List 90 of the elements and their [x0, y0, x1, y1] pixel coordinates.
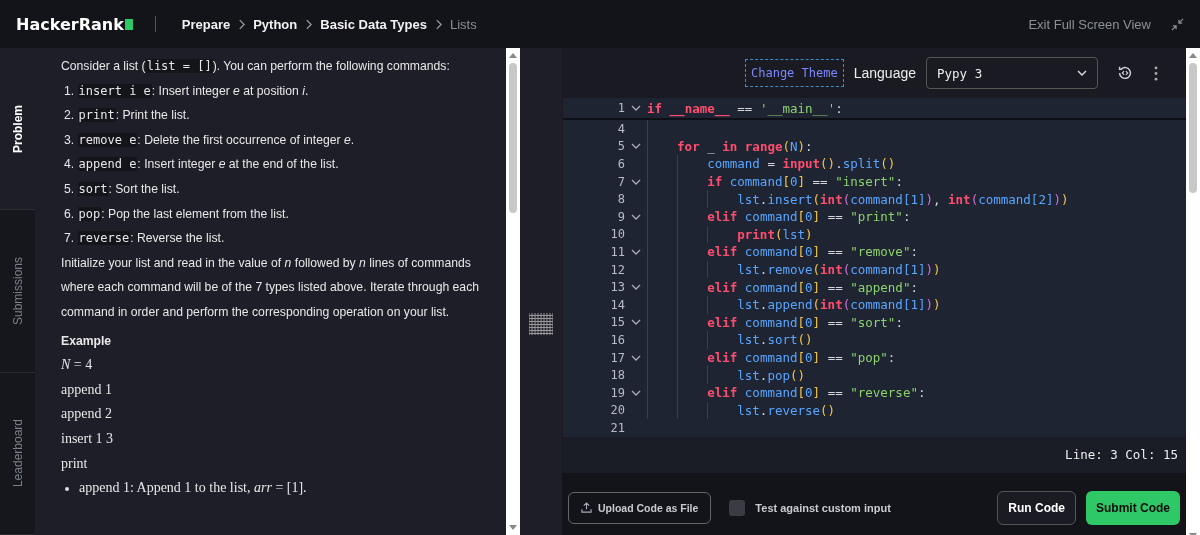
code-line: lst.append(int(command[1])) — [737, 297, 941, 313]
line-number: 10 — [609, 227, 625, 242]
example-line: N = 4 — [61, 356, 94, 375]
fold-chevron-icon[interactable] — [631, 178, 641, 185]
chevron-down-icon[interactable] — [1077, 70, 1087, 76]
command-item: 5. sort: Sort the list. — [63, 180, 181, 198]
command-item: 2. print: Print the list. — [63, 107, 191, 125]
line-number: 4 — [616, 121, 625, 136]
change-theme-button[interactable]: Change Theme — [745, 59, 844, 87]
fold-chevron-icon[interactable] — [631, 213, 641, 220]
code-line: lst.insert(int(command[1]), int(command[2])) — [737, 191, 1069, 207]
line-number: 11 — [609, 244, 625, 259]
intro-text: Consider a list (list = []). You can perform the following commands: — [61, 58, 451, 75]
example-line: print — [61, 454, 89, 473]
side-tab[interactable]: Leaderboard — [0, 372, 35, 535]
fold-chevron-icon[interactable] — [631, 105, 641, 111]
line-number: 21 — [609, 420, 625, 435]
code-line: lst.sort() — [737, 332, 813, 348]
chevron-right-icon — [305, 18, 313, 30]
fold-chevron-icon[interactable] — [631, 284, 641, 291]
scrollbar[interactable] — [506, 48, 520, 535]
more-menu-icon[interactable] — [1154, 65, 1158, 81]
command-item: 4. append e: Insert integer e at the end of the list. — [63, 156, 340, 174]
upload-code-button[interactable]: Upload Code as File — [568, 491, 712, 524]
breadcrumb-link[interactable]: Prepare — [181, 16, 231, 32]
line-number: 15 — [609, 315, 625, 330]
fold-chevron-icon[interactable] — [631, 319, 641, 326]
code-line: elif command[0] == "pop": — [707, 350, 896, 365]
example-line: insert 1 3 — [61, 429, 115, 448]
line-number: 19 — [609, 385, 625, 400]
breadcrumb-link[interactable]: Basic Data Types — [320, 16, 427, 32]
history-icon[interactable] — [1116, 64, 1134, 82]
side-tab[interactable]: Submissions — [0, 210, 35, 373]
code-line: elif command[0] == "remove": — [707, 244, 918, 260]
code-line: for _ in range(N): — [677, 138, 813, 154]
fold-chevron-icon[interactable] — [631, 143, 641, 150]
chevron-right-icon — [238, 18, 246, 30]
example-bullet: append 1: Append 1 to the list, arr = [1]. — [61, 476, 498, 501]
command-item: 3. remove e: Delete the first occurrence of integer e. — [63, 131, 356, 149]
line-number: 18 — [609, 368, 625, 383]
code-line: print(lst) — [737, 226, 813, 242]
breadcrumb-link[interactable]: Lists — [449, 16, 477, 32]
code-line: elif command[0] == "sort": — [707, 314, 903, 330]
command-item: 6. pop: Pop the last element from the list. — [63, 205, 290, 223]
line-number: 8 — [616, 192, 625, 207]
chevron-right-icon — [434, 18, 442, 30]
breadcrumb-link[interactable]: Python — [253, 16, 298, 32]
line-number: 13 — [609, 280, 625, 295]
fold-chevron-icon[interactable] — [631, 248, 641, 255]
run-code-button[interactable]: Run Code — [997, 490, 1076, 525]
fold-chevron-icon[interactable] — [631, 354, 641, 361]
code-line: if command[0] == "insert": — [707, 174, 903, 190]
code-line: command = input().split() — [707, 156, 896, 172]
line-number: 6 — [616, 157, 625, 171]
language-select[interactable]: Pypy 3 — [926, 57, 1098, 89]
code-line: elif command[0] == "print": — [707, 209, 911, 225]
line-number: 9 — [616, 209, 625, 224]
line-number: 1 — [616, 101, 625, 115]
code-editor[interactable] — [563, 98, 1186, 473]
code-line: elif command[0] == "append": — [707, 279, 918, 295]
line-number: 5 — [616, 139, 625, 154]
code-line: lst.remove(int(command[1])) — [737, 262, 941, 278]
scrollbar[interactable] — [1186, 48, 1200, 535]
side-tab[interactable]: Problem — [0, 48, 35, 211]
code-line: lst.pop() — [737, 367, 806, 383]
example-line: append 2 — [61, 405, 113, 424]
cursor-position: Line: 3 Col: 15 — [1065, 447, 1178, 463]
language-label: Language — [853, 65, 916, 81]
command-item: 7. reverse: Reverse the list. — [63, 230, 226, 248]
custom-input-label: Test against custom input — [755, 501, 891, 514]
line-number: 17 — [609, 350, 625, 365]
fold-chevron-icon[interactable] — [631, 389, 641, 396]
line-number: 7 — [616, 174, 625, 189]
code-line: if __name__ == '__main__': — [647, 100, 843, 116]
example-line: append 1 — [61, 380, 113, 399]
description-text: Initialize your list and read in the value of n followed by n lines of commands where each command will be of the 7 types listed above. Iterate through each command in order and perform the corresponding operation on your list. — [61, 254, 480, 321]
shrink-icon[interactable] — [1171, 17, 1184, 31]
example-heading: Example — [61, 332, 113, 350]
code-line: elif command[0] == "reverse": — [707, 385, 926, 401]
line-number: 16 — [609, 332, 625, 347]
line-number: 20 — [609, 403, 625, 418]
line-number: 12 — [609, 262, 625, 277]
upload-icon — [581, 502, 592, 514]
line-number: 14 — [609, 297, 625, 312]
checkbox[interactable] — [729, 499, 746, 516]
code-line: lst.reverse() — [737, 402, 836, 418]
logo[interactable]: HackerRank — [16, 14, 133, 34]
exit-full-screen-link[interactable]: Exit Full Screen View — [1028, 16, 1151, 32]
submit-code-button[interactable]: Submit Code — [1086, 490, 1180, 525]
command-item: 1. insert i e: Insert integer e at position i. — [63, 82, 310, 100]
